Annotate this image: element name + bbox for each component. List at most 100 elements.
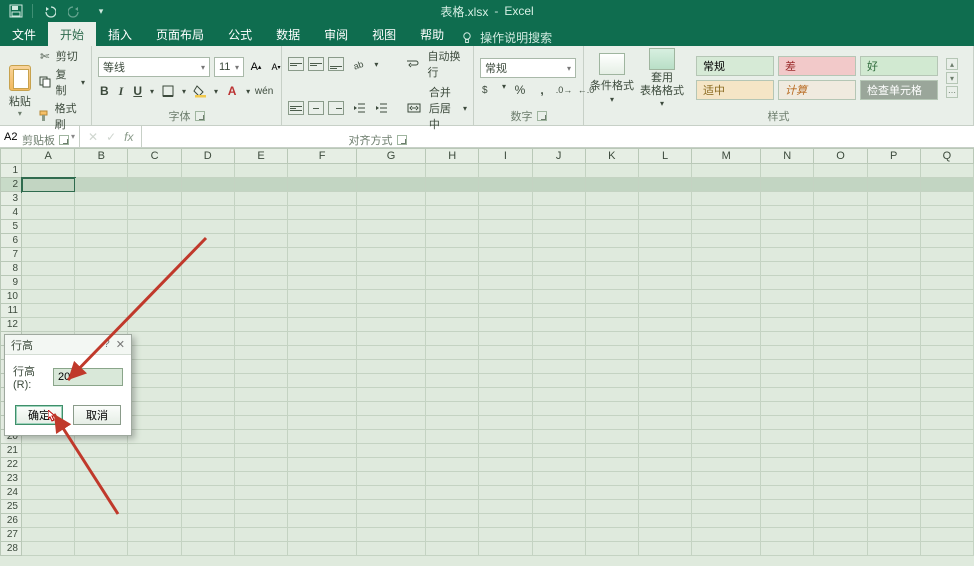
cell[interactable] bbox=[586, 514, 639, 528]
cell[interactable] bbox=[235, 444, 288, 458]
row-header[interactable]: 5 bbox=[0, 220, 22, 234]
cell[interactable] bbox=[692, 528, 761, 542]
cell[interactable] bbox=[921, 514, 974, 528]
cell[interactable] bbox=[235, 178, 288, 192]
cell[interactable] bbox=[22, 528, 75, 542]
cell[interactable] bbox=[814, 290, 867, 304]
cell[interactable] bbox=[814, 178, 867, 192]
cell[interactable] bbox=[868, 192, 921, 206]
cell[interactable] bbox=[75, 164, 128, 178]
comma-button[interactable]: , bbox=[534, 82, 550, 98]
cell[interactable] bbox=[814, 528, 867, 542]
cell[interactable] bbox=[868, 542, 921, 556]
cell[interactable] bbox=[814, 500, 867, 514]
cell[interactable] bbox=[921, 360, 974, 374]
cell[interactable] bbox=[586, 206, 639, 220]
worksheet-grid[interactable]: ABCDEFGHIJKLMNOPQ 1234567891011121314151… bbox=[0, 148, 974, 566]
cell[interactable] bbox=[426, 276, 479, 290]
cell[interactable] bbox=[533, 458, 586, 472]
cell[interactable] bbox=[75, 542, 128, 556]
cell[interactable] bbox=[586, 500, 639, 514]
cell[interactable] bbox=[921, 542, 974, 556]
cell[interactable] bbox=[182, 332, 235, 346]
cell[interactable] bbox=[426, 486, 479, 500]
cell[interactable] bbox=[814, 444, 867, 458]
cell[interactable] bbox=[128, 304, 181, 318]
cell[interactable] bbox=[533, 430, 586, 444]
cell[interactable] bbox=[182, 248, 235, 262]
cell[interactable] bbox=[586, 318, 639, 332]
cell[interactable] bbox=[533, 500, 586, 514]
cell[interactable] bbox=[235, 206, 288, 220]
cell[interactable] bbox=[75, 192, 128, 206]
cell[interactable] bbox=[921, 164, 974, 178]
cell[interactable] bbox=[128, 248, 181, 262]
cell[interactable] bbox=[235, 290, 288, 304]
cell[interactable] bbox=[692, 514, 761, 528]
cell[interactable] bbox=[533, 206, 586, 220]
cell[interactable] bbox=[921, 472, 974, 486]
cell[interactable] bbox=[761, 220, 814, 234]
row-header[interactable]: 4 bbox=[0, 206, 22, 220]
cell[interactable] bbox=[761, 304, 814, 318]
cell[interactable] bbox=[921, 458, 974, 472]
style-bad[interactable]: 差 bbox=[778, 56, 856, 76]
styles-scroll-up[interactable]: ▴ bbox=[946, 58, 958, 70]
cell[interactable] bbox=[75, 318, 128, 332]
cell[interactable] bbox=[426, 262, 479, 276]
cell[interactable] bbox=[426, 542, 479, 556]
cell[interactable] bbox=[235, 332, 288, 346]
cell[interactable] bbox=[75, 290, 128, 304]
cell[interactable] bbox=[814, 430, 867, 444]
cell[interactable] bbox=[761, 206, 814, 220]
row-header[interactable]: 26 bbox=[0, 514, 22, 528]
cell[interactable] bbox=[761, 318, 814, 332]
cell[interactable] bbox=[586, 374, 639, 388]
cell[interactable] bbox=[426, 346, 479, 360]
cell[interactable] bbox=[128, 374, 181, 388]
redo-icon[interactable] bbox=[65, 1, 85, 21]
cell[interactable] bbox=[128, 318, 181, 332]
cell[interactable] bbox=[182, 388, 235, 402]
cell[interactable] bbox=[692, 248, 761, 262]
cell[interactable] bbox=[639, 290, 692, 304]
cell[interactable] bbox=[921, 290, 974, 304]
cell[interactable] bbox=[182, 542, 235, 556]
cell[interactable] bbox=[868, 458, 921, 472]
font-color-button[interactable]: A bbox=[224, 83, 240, 99]
cell[interactable] bbox=[128, 542, 181, 556]
cell[interactable] bbox=[426, 220, 479, 234]
cell[interactable] bbox=[868, 486, 921, 500]
cell[interactable] bbox=[586, 262, 639, 276]
cell[interactable] bbox=[426, 514, 479, 528]
paste-button[interactable]: 粘贴 ▾ bbox=[6, 63, 34, 118]
cell[interactable] bbox=[479, 164, 532, 178]
cell[interactable] bbox=[22, 318, 75, 332]
cell[interactable] bbox=[357, 500, 426, 514]
cell[interactable] bbox=[692, 500, 761, 514]
cell[interactable] bbox=[533, 276, 586, 290]
cell[interactable] bbox=[921, 220, 974, 234]
cell[interactable] bbox=[692, 318, 761, 332]
cell[interactable] bbox=[639, 458, 692, 472]
cell[interactable] bbox=[357, 542, 426, 556]
row-header[interactable]: 28 bbox=[0, 542, 22, 556]
cell[interactable] bbox=[533, 262, 586, 276]
row-header[interactable]: 6 bbox=[0, 234, 22, 248]
column-header[interactable]: J bbox=[533, 148, 586, 164]
row-header[interactable]: 1 bbox=[0, 164, 22, 178]
select-all-corner[interactable] bbox=[0, 148, 22, 164]
font-size-combo[interactable]: 11▾ bbox=[214, 57, 244, 77]
cell[interactable] bbox=[235, 276, 288, 290]
cell[interactable] bbox=[426, 248, 479, 262]
undo-icon[interactable] bbox=[39, 1, 59, 21]
cell[interactable] bbox=[426, 304, 479, 318]
cell[interactable] bbox=[235, 234, 288, 248]
cell[interactable] bbox=[586, 388, 639, 402]
row-header[interactable]: 27 bbox=[0, 528, 22, 542]
row-header[interactable]: 11 bbox=[0, 304, 22, 318]
cell[interactable] bbox=[128, 346, 181, 360]
cell[interactable] bbox=[692, 360, 761, 374]
cell[interactable] bbox=[75, 220, 128, 234]
cell[interactable] bbox=[921, 192, 974, 206]
